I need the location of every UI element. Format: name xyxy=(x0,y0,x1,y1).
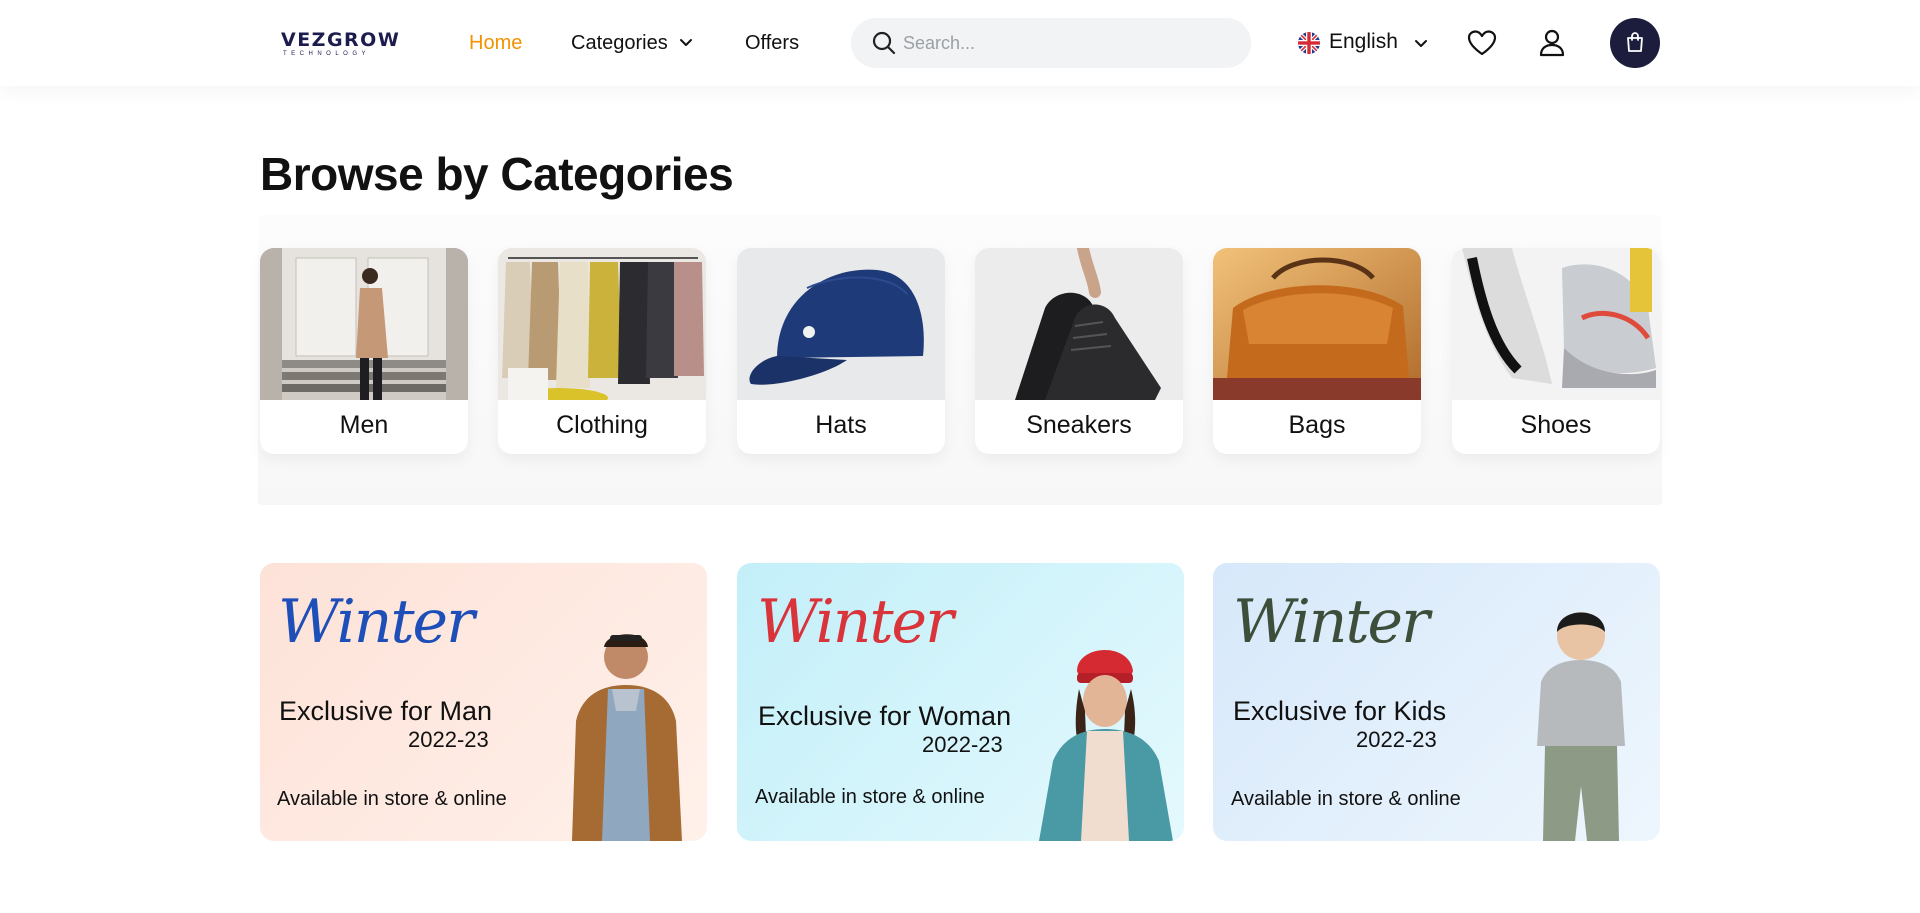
category-card-hats[interactable]: Hats xyxy=(737,248,945,454)
hats-image xyxy=(737,248,945,400)
banner-script-title: Winter xyxy=(1233,587,1430,657)
clothing-image xyxy=(498,248,706,400)
banner-women[interactable]: Winter Exclusive for Woman 2022-23 Avail… xyxy=(737,563,1184,841)
category-card-men[interactable]: Men xyxy=(260,248,468,454)
category-card-sneakers[interactable]: Sneakers xyxy=(975,248,1183,454)
woman-model-image xyxy=(1039,649,1173,841)
category-card-clothing[interactable]: Clothing xyxy=(498,248,706,454)
chevron-down-icon[interactable] xyxy=(677,33,695,51)
heart-icon[interactable] xyxy=(1466,27,1498,59)
category-label: Clothing xyxy=(556,411,648,439)
category-label: Sneakers xyxy=(1026,411,1132,439)
nav-home-link[interactable]: Home xyxy=(469,30,522,56)
page-title: Browse by Categories xyxy=(260,148,734,200)
banner-title: Exclusive for Woman xyxy=(758,701,1012,731)
search-bar xyxy=(851,18,1251,68)
uk-flag-icon xyxy=(1298,32,1320,54)
nav-categories-link[interactable]: Categories xyxy=(571,30,668,56)
site-header: VEZGROW TECHNOLOGY Home Categories Offer… xyxy=(0,0,1920,86)
category-label: Shoes xyxy=(1520,411,1592,439)
chevron-down-icon xyxy=(1415,40,1427,47)
cart-button[interactable] xyxy=(1610,18,1660,68)
language-selector[interactable]: English xyxy=(1298,28,1428,58)
banner-title: Exclusive for Man xyxy=(279,696,493,726)
shopping-bag-icon xyxy=(1627,32,1643,52)
banner-script-title: Winter xyxy=(278,587,475,657)
brand-logo[interactable]: VEZGROW TECHNOLOGY xyxy=(281,30,400,58)
shoes-image xyxy=(1452,248,1660,400)
nav-offers-link[interactable]: Offers xyxy=(745,30,799,56)
category-label: Hats xyxy=(815,411,867,439)
sneakers-image xyxy=(975,248,1183,400)
men-image xyxy=(260,248,468,400)
banner-year: 2022-23 xyxy=(408,727,489,752)
banner-year: 2022-23 xyxy=(922,732,1003,757)
logo-tagline: TECHNOLOGY xyxy=(283,51,371,57)
search-input[interactable] xyxy=(903,28,1233,58)
banner-title: Exclusive for Kids xyxy=(1233,696,1447,726)
man-model-image xyxy=(572,634,682,841)
kid-model-image xyxy=(1537,612,1625,841)
category-label: Bags xyxy=(1288,411,1346,439)
banner-availability: Available in store & online xyxy=(755,786,985,808)
bags-image xyxy=(1213,248,1421,400)
category-label: Men xyxy=(339,411,389,439)
banner-script-title: Winter xyxy=(757,587,954,657)
category-card-bags[interactable]: Bags xyxy=(1213,248,1421,454)
user-icon[interactable] xyxy=(1536,27,1568,59)
banner-availability: Available in store & online xyxy=(1231,788,1461,810)
banner-availability: Available in store & online xyxy=(277,788,507,810)
logo-name: VEZGROW xyxy=(281,29,401,51)
category-card-shoes[interactable]: Shoes xyxy=(1452,248,1660,454)
search-icon[interactable] xyxy=(871,30,897,56)
language-label: English xyxy=(1329,30,1398,53)
banner-year: 2022-23 xyxy=(1356,727,1437,752)
banner-men[interactable]: Winter Exclusive for Man 2022-23 Availab… xyxy=(260,563,707,841)
banner-kids[interactable]: Winter Exclusive for Kids 2022-23 Availa… xyxy=(1213,563,1660,841)
